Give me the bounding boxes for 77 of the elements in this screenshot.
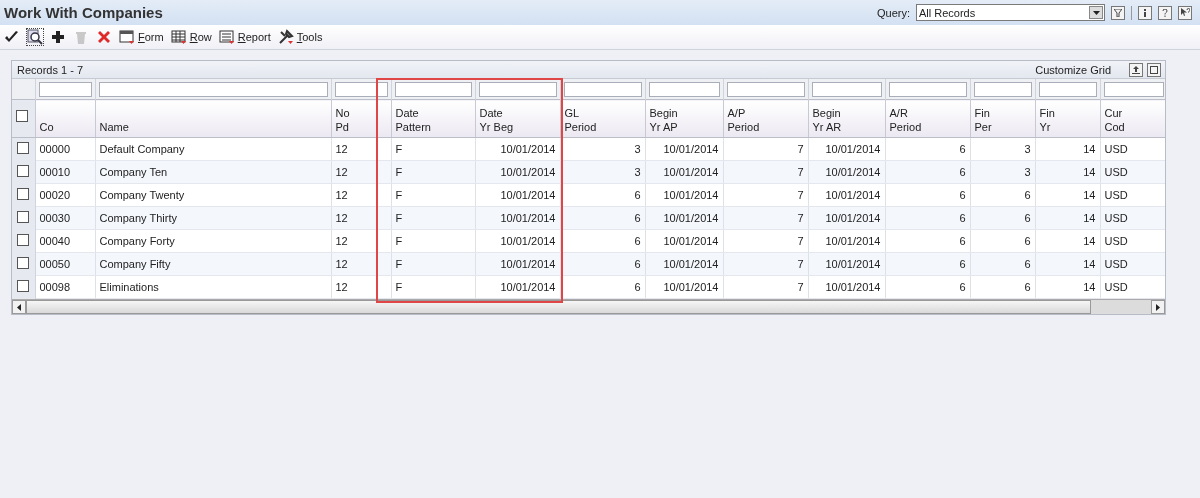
row-checkbox[interactable] (17, 165, 30, 177)
report-menu[interactable]: Report (218, 29, 271, 45)
column-header[interactable]: GL Period (560, 99, 645, 138)
table-cell: Company Thirty (95, 206, 331, 230)
help-button[interactable] (1158, 5, 1172, 20)
column-header[interactable]: A/R Period (885, 99, 970, 138)
left-arrow-icon (17, 303, 21, 311)
close-icon (96, 29, 112, 45)
row-checkbox[interactable] (17, 211, 30, 223)
window-title: Work With Companies (4, 4, 163, 21)
column-header[interactable]: Begin Yr AR (808, 99, 885, 138)
filter-field[interactable] (888, 81, 967, 97)
filter-button[interactable] (1111, 5, 1125, 20)
find-button[interactable] (27, 29, 43, 45)
row-checkbox[interactable] (17, 188, 30, 200)
filter-icon (1114, 8, 1122, 17)
column-header[interactable]: Fin Per (970, 99, 1035, 138)
add-button[interactable] (50, 29, 66, 45)
filter-field[interactable] (98, 81, 328, 97)
trash-icon (73, 29, 89, 45)
row-checkbox[interactable] (17, 257, 30, 269)
column-header[interactable]: Cur Cod (1100, 99, 1165, 138)
maximize-icon (1150, 65, 1158, 74)
search-icon (27, 29, 43, 45)
filter-field[interactable] (726, 81, 805, 97)
row-checkbox[interactable] (17, 280, 30, 292)
column-header[interactable]: A/P Period (723, 99, 808, 138)
filter-field[interactable] (811, 81, 882, 97)
tools-menu[interactable]: Tools (277, 29, 323, 45)
table-cell: Company Forty (95, 229, 331, 253)
pointer-help-icon (1180, 8, 1190, 17)
help-icon (1162, 8, 1168, 17)
table-cell: Company Fifty (95, 252, 331, 276)
column-header[interactable]: Date Pattern (391, 99, 475, 138)
filter-field[interactable] (563, 81, 642, 97)
query-dropdown[interactable]: All Records (916, 4, 1105, 21)
plus-icon (50, 29, 66, 45)
select-all-checkbox[interactable] (16, 109, 28, 122)
filter-field[interactable] (334, 81, 388, 97)
row-checkbox[interactable] (17, 142, 30, 155)
maximize-button[interactable] (1147, 62, 1161, 77)
right-arrow-icon (1156, 303, 1160, 311)
filter-field[interactable] (1038, 81, 1097, 97)
customize-grid-link[interactable]: Customize Grid (1035, 63, 1111, 76)
horizontal-scrollbar[interactable] (12, 299, 1165, 314)
filter-field[interactable] (1103, 81, 1164, 97)
export-button[interactable] (1129, 62, 1143, 77)
row-checkbox[interactable] (17, 234, 30, 246)
caret-icon (1092, 10, 1100, 15)
column-header[interactable]: Begin Yr AP (645, 99, 723, 138)
context-help-button[interactable] (1178, 5, 1192, 20)
records-count: Records 1 - 7 (17, 63, 84, 76)
filter-field[interactable] (394, 81, 472, 97)
info-icon (1143, 8, 1147, 17)
table-icon (170, 29, 187, 45)
column-header[interactable]: Name (95, 99, 331, 138)
table-cell: Company Ten (95, 160, 331, 184)
column-header[interactable]: No Pd (331, 99, 391, 138)
info-button[interactable] (1138, 5, 1152, 20)
query-label: Query: (877, 6, 910, 19)
table-cell: Company Twenty (95, 183, 331, 207)
column-header[interactable]: Fin Yr (1035, 99, 1100, 138)
filter-field[interactable] (478, 81, 557, 97)
filter-field[interactable] (38, 81, 92, 97)
filter-field[interactable] (648, 81, 720, 97)
table-cell: Default Company (95, 137, 331, 161)
form-menu[interactable]: Form (119, 29, 164, 45)
upload-icon (1132, 65, 1140, 74)
filter-field[interactable] (973, 81, 1032, 97)
column-header[interactable]: Co (35, 99, 95, 138)
window-icon (119, 29, 135, 45)
table-cell: Eliminations (95, 275, 331, 299)
close-button[interactable] (96, 29, 112, 45)
report-icon (218, 29, 235, 45)
row-menu[interactable]: Row (170, 29, 212, 45)
tools-icon (277, 29, 294, 45)
column-header[interactable]: Date Yr Beg (475, 99, 560, 138)
